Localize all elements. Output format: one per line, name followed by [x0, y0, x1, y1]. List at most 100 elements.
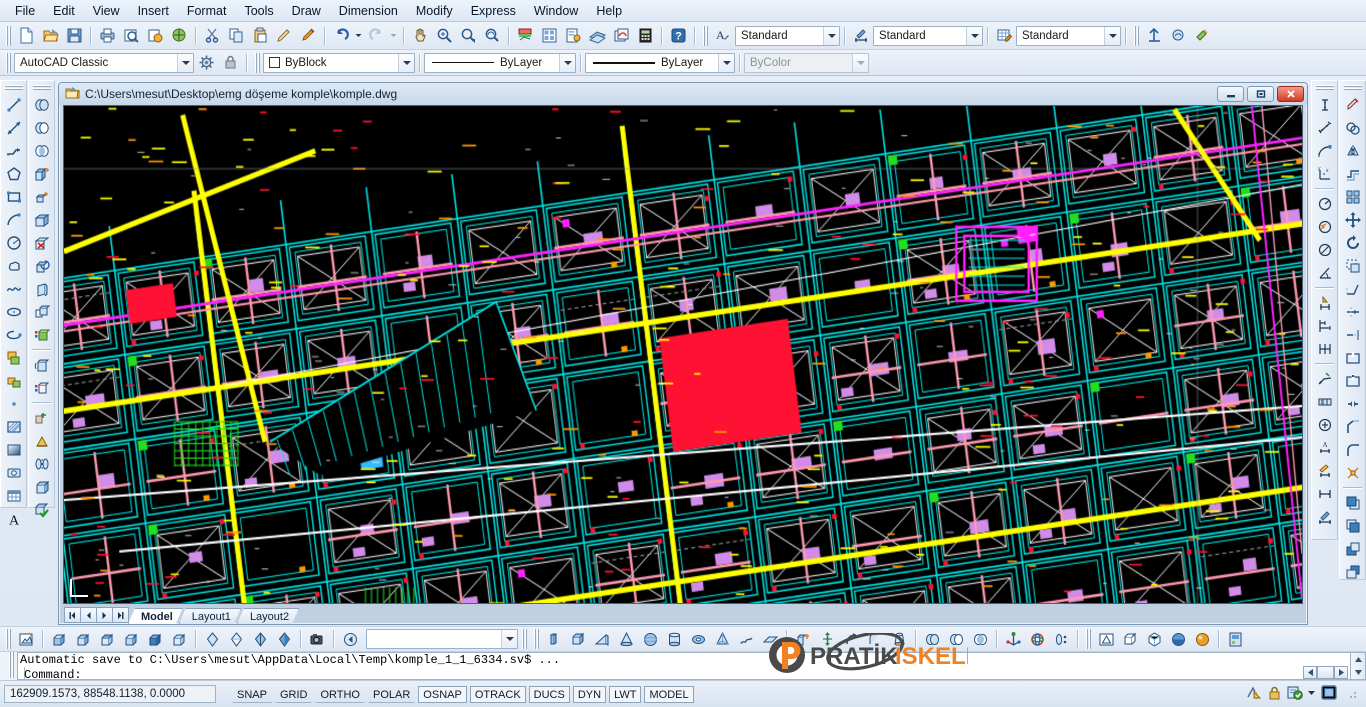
table-icon[interactable]: [2, 484, 25, 507]
draworder-above-icon[interactable]: [1341, 537, 1364, 560]
imprint-icon[interactable]: [30, 353, 53, 376]
front-view-icon[interactable]: [167, 628, 191, 650]
jogged-dim-icon[interactable]: [1313, 215, 1336, 238]
toolbar-grip[interactable]: [533, 629, 539, 649]
polysolid-icon[interactable]: [542, 628, 566, 650]
extend-icon[interactable]: [1341, 323, 1364, 346]
chevron-down-icon[interactable]: [501, 630, 517, 648]
revision-cloud-icon[interactable]: [2, 254, 25, 277]
chevron-down-icon[interactable]: [398, 53, 414, 72]
coordinate-display[interactable]: 162909.1573, 88548.1138, 0.0000: [4, 685, 216, 703]
dim-style-icon[interactable]: [849, 25, 873, 47]
top-view-icon[interactable]: [143, 628, 167, 650]
linear-dim-icon[interactable]: [1313, 93, 1336, 116]
realistic-icon[interactable]: [272, 628, 296, 650]
visual-styles-manager-icon[interactable]: [1094, 628, 1118, 650]
tab-layout1[interactable]: Layout1: [179, 608, 241, 624]
delete-face-icon[interactable]: [30, 231, 53, 254]
chevron-down-icon[interactable]: [559, 53, 575, 72]
first-tab-icon[interactable]: [64, 607, 81, 623]
plot-preview-icon[interactable]: [119, 25, 143, 47]
ellipse-arc-icon[interactable]: [2, 323, 25, 346]
scroll-down-icon[interactable]: [1351, 666, 1365, 679]
cone-icon[interactable]: [614, 628, 638, 650]
menu-dimension[interactable]: Dimension: [330, 2, 407, 20]
union-icon[interactable]: [30, 93, 53, 116]
loft-icon[interactable]: [887, 628, 911, 650]
arc-icon[interactable]: [2, 208, 25, 231]
center-mark-icon[interactable]: [1313, 413, 1336, 436]
trim-icon[interactable]: [1341, 300, 1364, 323]
status-toggle-lwt[interactable]: LWT: [609, 685, 642, 703]
offset-icon[interactable]: [1341, 162, 1364, 185]
separate-solids-icon[interactable]: [30, 376, 53, 399]
status-toggle-ortho[interactable]: ORTHO: [315, 686, 365, 703]
menu-express[interactable]: Express: [462, 2, 525, 20]
draworder-front-icon[interactable]: [1341, 491, 1364, 514]
baseline-dim-icon[interactable]: [1313, 314, 1336, 337]
text-style-combo[interactable]: Standard: [735, 25, 840, 46]
menu-file[interactable]: File: [6, 2, 44, 20]
color-face-icon[interactable]: [30, 323, 53, 346]
3darray-icon[interactable]: [30, 475, 53, 498]
toolbar-lock-icon[interactable]: [1266, 684, 1283, 704]
designcenter-icon[interactable]: [537, 25, 561, 47]
toolbar-grip[interactable]: [1315, 84, 1334, 90]
status-toggle-grid[interactable]: GRID: [274, 686, 313, 703]
intersect-icon[interactable]: [30, 139, 53, 162]
polyline-icon[interactable]: [2, 139, 25, 162]
join-icon[interactable]: [1341, 392, 1364, 415]
revolve-icon[interactable]: [839, 628, 863, 650]
box-icon[interactable]: [30, 208, 53, 231]
3dalign-icon[interactable]: [1049, 628, 1073, 650]
scroll-right-icon[interactable]: [1334, 666, 1348, 679]
union-icon[interactable]: [920, 628, 944, 650]
rectangle-icon[interactable]: [2, 185, 25, 208]
minimize-button[interactable]: [1217, 86, 1244, 102]
undo-icon[interactable]: [329, 25, 353, 47]
pyramid-icon[interactable]: [710, 628, 734, 650]
menu-insert[interactable]: Insert: [129, 2, 178, 20]
zoom-window-icon[interactable]: [456, 25, 480, 47]
copy-face-icon[interactable]: [30, 300, 53, 323]
ordinate-dim-icon[interactable]: xy: [1313, 162, 1336, 185]
command-hscrollbar[interactable]: [1303, 666, 1348, 679]
aligned-dim-icon[interactable]: [1313, 116, 1336, 139]
make-block-icon[interactable]: [2, 369, 25, 392]
menu-tools[interactable]: Tools: [235, 2, 282, 20]
status-toggle-ducs[interactable]: DUCS: [528, 685, 570, 703]
chevron-down-icon[interactable]: [718, 53, 734, 72]
realistic-style-icon[interactable]: [1190, 628, 1214, 650]
scale-icon[interactable]: [1341, 254, 1364, 277]
dim-text-edit-icon[interactable]: [1313, 459, 1336, 482]
sheetset-icon[interactable]: [585, 25, 609, 47]
last-tab-icon[interactable]: [112, 607, 129, 623]
annotation-scale-icon[interactable]: !: [1246, 684, 1263, 704]
close-button[interactable]: [1277, 86, 1304, 102]
rotate-icon[interactable]: [1341, 231, 1364, 254]
move-icon[interactable]: [1341, 208, 1364, 231]
chevron-down-icon[interactable]: [823, 26, 839, 45]
toolbar-grip[interactable]: [1343, 84, 1362, 90]
toolbar-grip[interactable]: [521, 629, 527, 649]
torus-icon[interactable]: [686, 628, 710, 650]
workspace-settings-icon[interactable]: [194, 52, 218, 74]
region-icon[interactable]: [2, 461, 25, 484]
restore-button[interactable]: [1247, 86, 1274, 102]
multiline-text-icon[interactable]: A: [2, 507, 25, 530]
toolbar-grip[interactable]: [32, 84, 51, 90]
menu-format[interactable]: Format: [178, 2, 236, 20]
text-style-icon[interactable]: A: [711, 25, 735, 47]
explode-icon[interactable]: [1341, 461, 1364, 484]
command-scrollbar[interactable]: [1351, 652, 1366, 680]
3dalign-icon[interactable]: [30, 452, 53, 475]
presspull-icon[interactable]: [815, 628, 839, 650]
drawing-title-bar[interactable]: C:\Users\mesut\Desktop\emg döşeme komple…: [59, 83, 1307, 105]
extrude-icon[interactable]: [30, 162, 53, 185]
cut-icon[interactable]: [200, 25, 224, 47]
draworder-back-icon[interactable]: [1341, 514, 1364, 537]
polygon-icon[interactable]: [2, 162, 25, 185]
chamfer-icon[interactable]: [1341, 415, 1364, 438]
erase-icon[interactable]: [1341, 93, 1364, 116]
tool-palettes-icon[interactable]: [561, 25, 585, 47]
